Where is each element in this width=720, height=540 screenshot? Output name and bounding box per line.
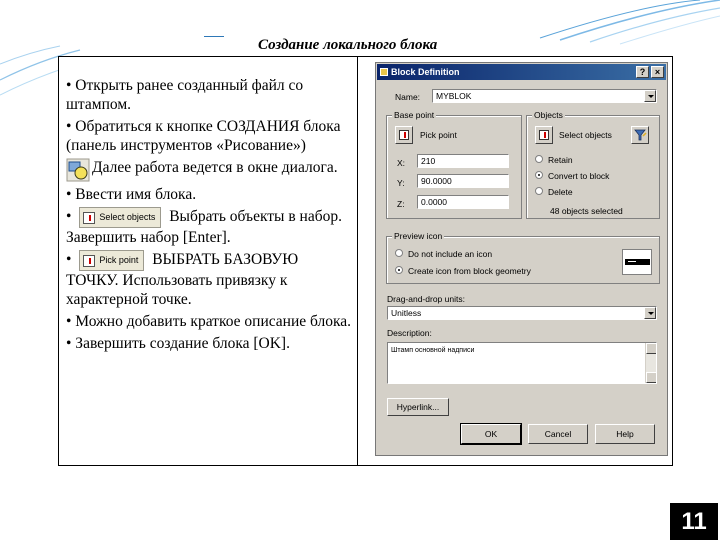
preview-icon-label: Preview icon [392, 231, 445, 241]
pick-point-label: Pick point [420, 130, 457, 140]
objects-selected-count: 48 objects selected [550, 206, 623, 216]
units-label: Drag-and-drop units: [387, 294, 465, 304]
pick-point-icon [83, 254, 96, 267]
title-accent-line [204, 36, 224, 37]
block-definition-dialog: Block Definition ? × Name: MYBLOK Base p… [375, 62, 668, 456]
no-icon-label: Do not include an icon [408, 249, 493, 259]
close-button[interactable]: × [651, 66, 664, 78]
instruction-create-block-button: • Обратиться к кнопке СОЗДАНИЯ блока (па… [66, 118, 341, 154]
scroll-down-icon[interactable] [646, 372, 656, 383]
no-icon-radio[interactable] [395, 249, 403, 257]
help-question-button[interactable]: ? [636, 66, 649, 78]
z-coordinate-field[interactable]: 0.0000 [417, 195, 509, 209]
pick-point-button[interactable] [395, 126, 413, 144]
create-icon-radio[interactable] [395, 266, 403, 274]
y-label: Y: [397, 178, 405, 188]
instruction-pick-point: • Pick point ВЫБРАТЬ БАЗОВУЮ ТОЧКУ. Испо… [66, 249, 299, 308]
instruction-open-file: • Открыть ранее созданный файл со штампо… [66, 77, 304, 113]
instruction-description: • Можно добавить краткое описание блока. [66, 312, 352, 330]
slide-title: Создание локального блока [258, 37, 438, 53]
select-objects-inline-button: Select objects [79, 207, 162, 228]
dialog-titlebar[interactable]: Block Definition ? × [377, 64, 666, 80]
cancel-button[interactable]: Cancel [528, 424, 588, 444]
ok-button[interactable]: OK [460, 423, 522, 445]
dialog-title: Block Definition [391, 67, 460, 77]
delete-radio[interactable] [535, 187, 543, 195]
description-textarea[interactable]: Штамп основной надписи [387, 342, 657, 384]
x-coordinate-field[interactable]: 210 [417, 154, 509, 168]
column-divider [357, 56, 358, 466]
autocad-app-icon [380, 68, 388, 76]
help-button[interactable]: Help [595, 424, 655, 444]
name-combo[interactable]: MYBLOK [432, 89, 657, 103]
page-number-badge: 11 [670, 503, 718, 540]
units-combo[interactable]: Unitless [387, 306, 657, 320]
pick-point-inline-button: Pick point [79, 249, 145, 271]
scroll-up-icon[interactable] [646, 343, 656, 354]
preview-icon-group: Preview icon [386, 231, 660, 284]
y-coordinate-field[interactable]: 90.0000 [417, 174, 509, 188]
make-block-icon [66, 158, 90, 182]
convert-to-block-radio[interactable] [535, 171, 543, 179]
select-objects-button[interactable] [535, 126, 553, 144]
retain-radio[interactable] [535, 155, 543, 163]
block-preview-image [622, 249, 652, 275]
instruction-enter-name: • Ввести имя блока. [66, 186, 197, 203]
instruction-dialog: Далее работа ведется в окне диалога. [66, 158, 354, 182]
description-label: Description: [387, 328, 432, 338]
pick-point-icon [399, 130, 409, 140]
x-label: X: [397, 158, 406, 168]
objects-label: Objects [532, 110, 565, 120]
instructions-column: • Открыть ранее созданный файл со штампо… [66, 76, 354, 356]
hyperlink-button[interactable]: Hyperlink... [387, 398, 449, 416]
instruction-select-objects: • Select objects Выбрать объекты в набор… [66, 207, 342, 246]
select-objects-label: Select objects [559, 130, 612, 140]
name-label: Name: [395, 92, 421, 102]
convert-to-block-label: Convert to block [548, 171, 610, 181]
create-icon-label: Create icon from block geometry [408, 266, 531, 276]
description-scrollbar[interactable] [645, 343, 656, 383]
delete-label: Delete [548, 187, 573, 197]
instruction-finish: • Завершить создание блока [OK]. [66, 334, 290, 352]
select-objects-icon [539, 130, 549, 140]
chevron-down-icon[interactable] [644, 307, 656, 319]
quick-select-filter-icon [634, 129, 647, 141]
base-point-label: Base point [392, 110, 437, 120]
quick-select-button[interactable] [631, 126, 649, 144]
select-objects-icon [83, 211, 96, 224]
z-label: Z: [397, 199, 405, 209]
retain-label: Retain [548, 155, 573, 165]
chevron-down-icon[interactable] [644, 90, 656, 102]
